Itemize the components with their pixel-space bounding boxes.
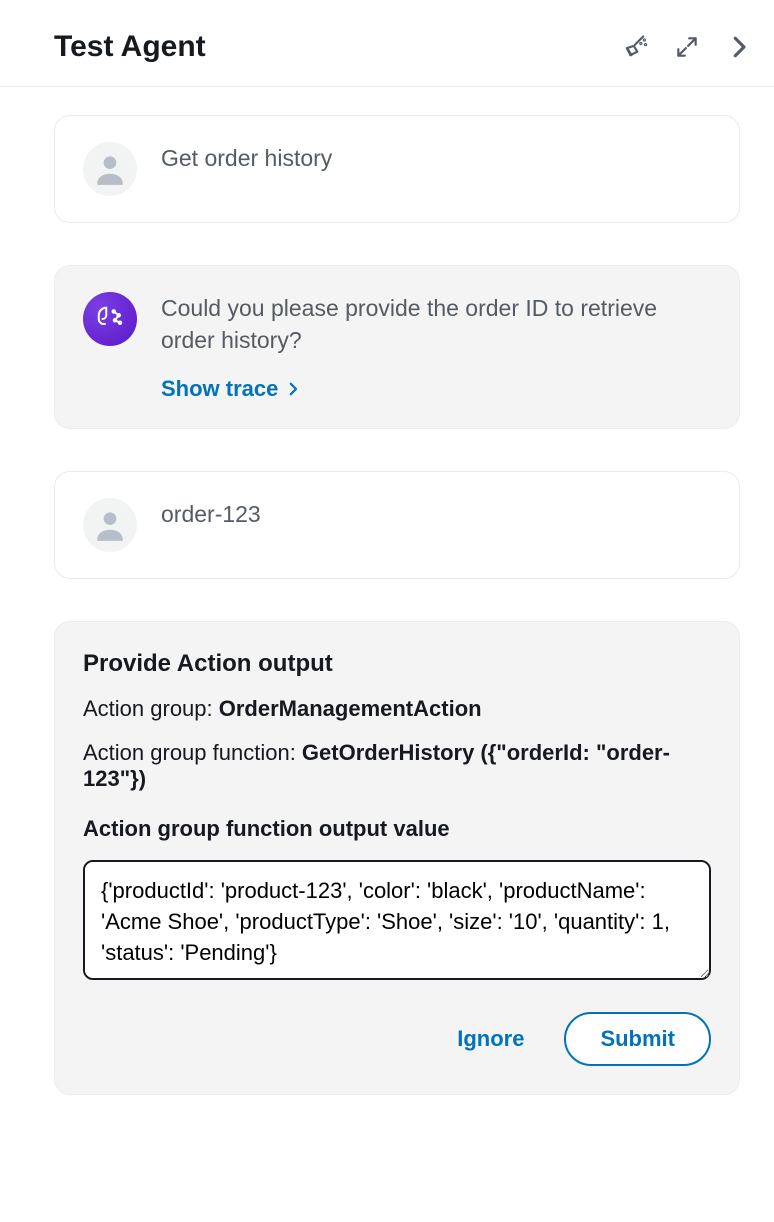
action-button-row: Ignore Submit <box>83 1012 711 1066</box>
submit-button[interactable]: Submit <box>564 1012 711 1066</box>
user-avatar-icon <box>83 498 137 552</box>
action-output-title: Provide Action output <box>83 650 711 678</box>
test-agent-panel: Test Agent <box>0 0 774 1222</box>
broom-icon[interactable] <box>618 30 652 64</box>
user-avatar-icon <box>83 142 137 196</box>
action-group-value: OrderManagementAction <box>219 696 482 721</box>
action-function-line: Action group function: GetOrderHistory (… <box>83 740 711 792</box>
message-text: Could you please provide the order ID to… <box>161 292 711 356</box>
user-message: Get order history <box>54 115 740 223</box>
chevron-right-icon <box>284 380 302 398</box>
header-icon-row <box>618 30 756 64</box>
message-text: order-123 <box>161 498 711 530</box>
chevron-right-icon[interactable] <box>722 30 756 64</box>
agent-avatar-icon <box>83 292 137 346</box>
output-value-label: Action group function output value <box>83 816 711 842</box>
chat-scroll[interactable]: Get order history Could you please provi… <box>0 87 774 1222</box>
agent-message: Could you please provide the order ID to… <box>54 265 740 429</box>
show-trace-link[interactable]: Show trace <box>161 376 711 402</box>
action-group-label: Action group: <box>83 696 219 721</box>
panel-header: Test Agent <box>0 0 774 87</box>
user-message: order-123 <box>54 471 740 579</box>
output-value-textarea[interactable] <box>83 860 711 980</box>
message-text: Get order history <box>161 142 711 174</box>
action-group-line: Action group: OrderManagementAction <box>83 696 711 722</box>
expand-icon[interactable] <box>670 30 704 64</box>
action-output-card: Provide Action output Action group: Orde… <box>54 621 740 1095</box>
action-function-label: Action group function: <box>83 740 302 765</box>
panel-title: Test Agent <box>54 30 206 64</box>
ignore-button[interactable]: Ignore <box>445 1014 536 1064</box>
show-trace-label: Show trace <box>161 376 278 402</box>
